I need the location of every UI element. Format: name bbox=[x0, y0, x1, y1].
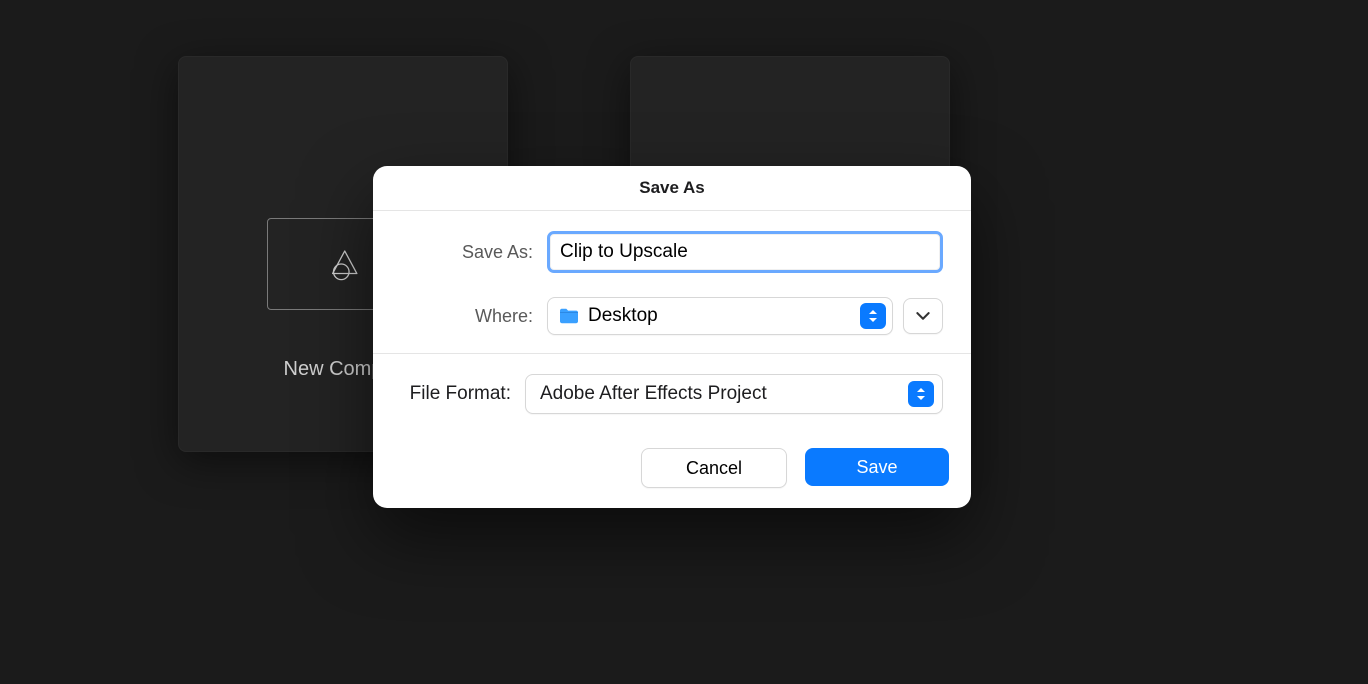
filename-input[interactable] bbox=[547, 231, 943, 273]
file-format-select[interactable]: Adobe After Effects Project bbox=[525, 374, 943, 414]
save-button-label: Save bbox=[856, 457, 897, 478]
chevron-down-icon bbox=[916, 312, 930, 321]
where-location-select[interactable]: Desktop bbox=[547, 297, 893, 335]
file-format-label: File Format: bbox=[401, 383, 511, 405]
dialog-body-top: Save As: Where: Desktop bbox=[373, 211, 971, 353]
row-file-format: File Format: Adobe After Effects Project bbox=[401, 374, 943, 414]
where-label: Where: bbox=[401, 306, 533, 327]
save-button[interactable]: Save bbox=[805, 448, 949, 486]
save-as-label: Save As: bbox=[401, 242, 533, 263]
row-save-as: Save As: bbox=[401, 231, 943, 273]
folder-icon bbox=[558, 307, 580, 325]
where-value: Desktop bbox=[588, 305, 852, 327]
expand-location-button[interactable] bbox=[903, 298, 943, 334]
where-stepper-icon bbox=[860, 303, 886, 329]
dialog-footer: Cancel Save bbox=[373, 432, 971, 508]
dialog-body-format: File Format: Adobe After Effects Project bbox=[373, 353, 971, 432]
row-where: Where: Desktop bbox=[401, 297, 943, 335]
save-as-dialog: Save As Save As: Where: Desktop bbox=[373, 166, 971, 508]
cancel-button-label: Cancel bbox=[686, 458, 742, 479]
file-format-value: Adobe After Effects Project bbox=[540, 383, 908, 405]
dialog-title: Save As bbox=[373, 166, 971, 211]
cancel-button[interactable]: Cancel bbox=[641, 448, 787, 488]
file-format-stepper-icon bbox=[908, 381, 934, 407]
